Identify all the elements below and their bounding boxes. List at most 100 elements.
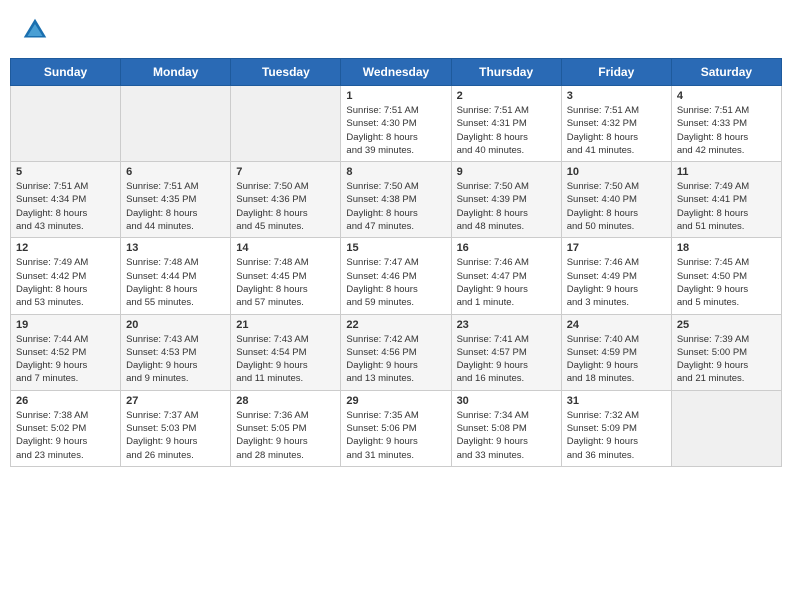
day-info: Sunrise: 7:50 AMSunset: 4:40 PMDaylight:…: [567, 180, 666, 233]
day-number: 13: [126, 242, 225, 254]
day-info: Sunrise: 7:49 AMSunset: 4:41 PMDaylight:…: [677, 180, 776, 233]
calendar-cell: 14 Sunrise: 7:48 AMSunset: 4:45 PMDayligh…: [231, 238, 341, 314]
calendar-cell: 2Sunrise: 7:51 AMSunset: 4:31 PMDaylight…: [451, 86, 561, 162]
day-number: 14: [236, 242, 335, 254]
calendar-cell: 13 Sunrise: 7:48 AMSunset: 4:44 PMDayligh…: [121, 238, 231, 314]
day-info: Sunrise: 7:48 AMSunset: 4:45 PMDaylight:…: [236, 256, 335, 309]
calendar-cell: 7 Sunrise: 7:50 AMSunset: 4:36 PMDaylight…: [231, 162, 341, 238]
calendar-cell: 15 Sunrise: 7:47 AMSunset: 4:46 PMDayligh…: [341, 238, 451, 314]
day-info: Sunrise: 7:47 AMSunset: 4:46 PMDaylight:…: [346, 256, 445, 309]
day-number: 9: [457, 166, 556, 178]
calendar-cell: 12 Sunrise: 7:49 AMSunset: 4:42 PMDayligh…: [11, 238, 121, 314]
day-number: 28: [236, 395, 335, 407]
logo-icon: [20, 15, 50, 45]
calendar-cell: [671, 390, 781, 466]
day-info: Sunrise: 7:46 AMSunset: 4:47 PMDaylight:…: [457, 256, 556, 309]
calendar-cell: 3 Sunrise: 7:51 AMSunset: 4:32 PMDaylight…: [561, 86, 671, 162]
day-info: Sunrise: 7:51 AMSunset: 4:30 PMDaylight:…: [346, 104, 445, 157]
day-info: Sunrise: 7:49 AMSunset: 4:42 PMDaylight:…: [16, 256, 115, 309]
day-info: Sunrise: 7:51 AMSunset: 4:32 PMDaylight:…: [567, 104, 666, 157]
day-number: 11: [677, 166, 776, 178]
calendar-cell: 16Sunrise: 7:46 AMSunset: 4:47 PMDayligh…: [451, 238, 561, 314]
calendar-cell: 21Sunrise: 7:43 AMSunset: 4:54 PMDayligh…: [231, 314, 341, 390]
day-number: 30: [457, 395, 556, 407]
day-info: Sunrise: 7:45 AMSunset: 4:50 PMDaylight:…: [677, 256, 776, 309]
day-info: Sunrise: 7:50 AMSunset: 4:36 PMDaylight:…: [236, 180, 335, 233]
weekday-header-saturday: Saturday: [671, 59, 781, 86]
day-info: Sunrise: 7:42 AMSunset: 4:56 PMDaylight:…: [346, 333, 445, 386]
calendar-cell: 29 Sunrise: 7:35 AMSunset: 5:06 PMDayligh…: [341, 390, 451, 466]
day-info: Sunrise: 7:41 AMSunset: 4:57 PMDaylight:…: [457, 333, 556, 386]
day-number: 23: [457, 319, 556, 331]
calendar-cell: 30 Sunrise: 7:34 AMSunset: 5:08 PMDayligh…: [451, 390, 561, 466]
calendar-cell: 5Sunrise: 7:51 AMSunset: 4:34 PMDaylight…: [11, 162, 121, 238]
day-number: 12: [16, 242, 115, 254]
calendar-cell: 9 Sunrise: 7:50 AMSunset: 4:39 PMDaylight…: [451, 162, 561, 238]
day-info: Sunrise: 7:50 AMSunset: 4:39 PMDaylight:…: [457, 180, 556, 233]
day-info: Sunrise: 7:48 AMSunset: 4:44 PMDaylight:…: [126, 256, 225, 309]
calendar-cell: 23 Sunrise: 7:41 AMSunset: 4:57 PMDayligh…: [451, 314, 561, 390]
day-number: 19: [16, 319, 115, 331]
day-info: Sunrise: 7:38 AMSunset: 5:02 PMDaylight:…: [16, 409, 115, 462]
week-row-2: 5Sunrise: 7:51 AMSunset: 4:34 PMDaylight…: [11, 162, 782, 238]
weekday-header-friday: Friday: [561, 59, 671, 86]
calendar-cell: 27 Sunrise: 7:37 AMSunset: 5:03 PMDayligh…: [121, 390, 231, 466]
day-number: 29: [346, 395, 445, 407]
calendar-cell: 11 Sunrise: 7:49 AMSunset: 4:41 PMDayligh…: [671, 162, 781, 238]
day-info: Sunrise: 7:43 AMSunset: 4:54 PMDaylight:…: [236, 333, 335, 386]
day-info: Sunrise: 7:44 AMSunset: 4:52 PMDaylight:…: [16, 333, 115, 386]
weekday-header-sunday: Sunday: [11, 59, 121, 86]
calendar-table: SundayMondayTuesdayWednesdayThursdayFrid…: [10, 58, 782, 467]
day-number: 8: [346, 166, 445, 178]
day-info: Sunrise: 7:50 AMSunset: 4:38 PMDaylight:…: [346, 180, 445, 233]
weekday-header-row: SundayMondayTuesdayWednesdayThursdayFrid…: [11, 59, 782, 86]
week-row-1: 1Sunrise: 7:51 AMSunset: 4:30 PMDaylight…: [11, 86, 782, 162]
calendar-cell: [121, 86, 231, 162]
day-info: Sunrise: 7:36 AMSunset: 5:05 PMDaylight:…: [236, 409, 335, 462]
day-info: Sunrise: 7:35 AMSunset: 5:06 PMDaylight:…: [346, 409, 445, 462]
day-number: 25: [677, 319, 776, 331]
day-info: Sunrise: 7:43 AMSunset: 4:53 PMDaylight:…: [126, 333, 225, 386]
day-number: 15: [346, 242, 445, 254]
day-number: 27: [126, 395, 225, 407]
calendar-cell: 20Sunrise: 7:43 AMSunset: 4:53 PMDayligh…: [121, 314, 231, 390]
day-info: Sunrise: 7:37 AMSunset: 5:03 PMDaylight:…: [126, 409, 225, 462]
calendar-cell: 31 Sunrise: 7:32 AMSunset: 5:09 PMDayligh…: [561, 390, 671, 466]
day-number: 26: [16, 395, 115, 407]
day-number: 5: [16, 166, 115, 178]
calendar-cell: 24 Sunrise: 7:40 AMSunset: 4:59 PMDayligh…: [561, 314, 671, 390]
weekday-header-monday: Monday: [121, 59, 231, 86]
calendar-cell: 19 Sunrise: 7:44 AMSunset: 4:52 PMDayligh…: [11, 314, 121, 390]
day-number: 7: [236, 166, 335, 178]
calendar-cell: 25Sunrise: 7:39 AMSunset: 5:00 PMDayligh…: [671, 314, 781, 390]
calendar-cell: 26 Sunrise: 7:38 AMSunset: 5:02 PMDayligh…: [11, 390, 121, 466]
calendar-cell: 18 Sunrise: 7:45 AMSunset: 4:50 PMDayligh…: [671, 238, 781, 314]
day-number: 31: [567, 395, 666, 407]
day-number: 22: [346, 319, 445, 331]
calendar-cell: 22 Sunrise: 7:42 AMSunset: 4:56 PMDayligh…: [341, 314, 451, 390]
calendar-cell: 1Sunrise: 7:51 AMSunset: 4:30 PMDaylight…: [341, 86, 451, 162]
day-info: Sunrise: 7:51 AMSunset: 4:35 PMDaylight:…: [126, 180, 225, 233]
page-header: [10, 10, 782, 50]
day-number: 18: [677, 242, 776, 254]
day-info: Sunrise: 7:32 AMSunset: 5:09 PMDaylight:…: [567, 409, 666, 462]
logo: [20, 15, 54, 45]
day-number: 10: [567, 166, 666, 178]
day-number: 24: [567, 319, 666, 331]
day-info: Sunrise: 7:34 AMSunset: 5:08 PMDaylight:…: [457, 409, 556, 462]
weekday-header-tuesday: Tuesday: [231, 59, 341, 86]
day-number: 17: [567, 242, 666, 254]
week-row-5: 26 Sunrise: 7:38 AMSunset: 5:02 PMDayligh…: [11, 390, 782, 466]
calendar-cell: [11, 86, 121, 162]
calendar-cell: 6 Sunrise: 7:51 AMSunset: 4:35 PMDaylight…: [121, 162, 231, 238]
day-number: 6: [126, 166, 225, 178]
calendar-cell: 28 Sunrise: 7:36 AMSunset: 5:05 PMDayligh…: [231, 390, 341, 466]
calendar-cell: 17Sunrise: 7:46 AMSunset: 4:49 PMDayligh…: [561, 238, 671, 314]
day-info: Sunrise: 7:40 AMSunset: 4:59 PMDaylight:…: [567, 333, 666, 386]
week-row-4: 19 Sunrise: 7:44 AMSunset: 4:52 PMDayligh…: [11, 314, 782, 390]
weekday-header-wednesday: Wednesday: [341, 59, 451, 86]
calendar-cell: 8 Sunrise: 7:50 AMSunset: 4:38 PMDaylight…: [341, 162, 451, 238]
calendar-cell: [231, 86, 341, 162]
day-info: Sunrise: 7:51 AMSunset: 4:33 PMDaylight:…: [677, 104, 776, 157]
day-number: 3: [567, 90, 666, 102]
